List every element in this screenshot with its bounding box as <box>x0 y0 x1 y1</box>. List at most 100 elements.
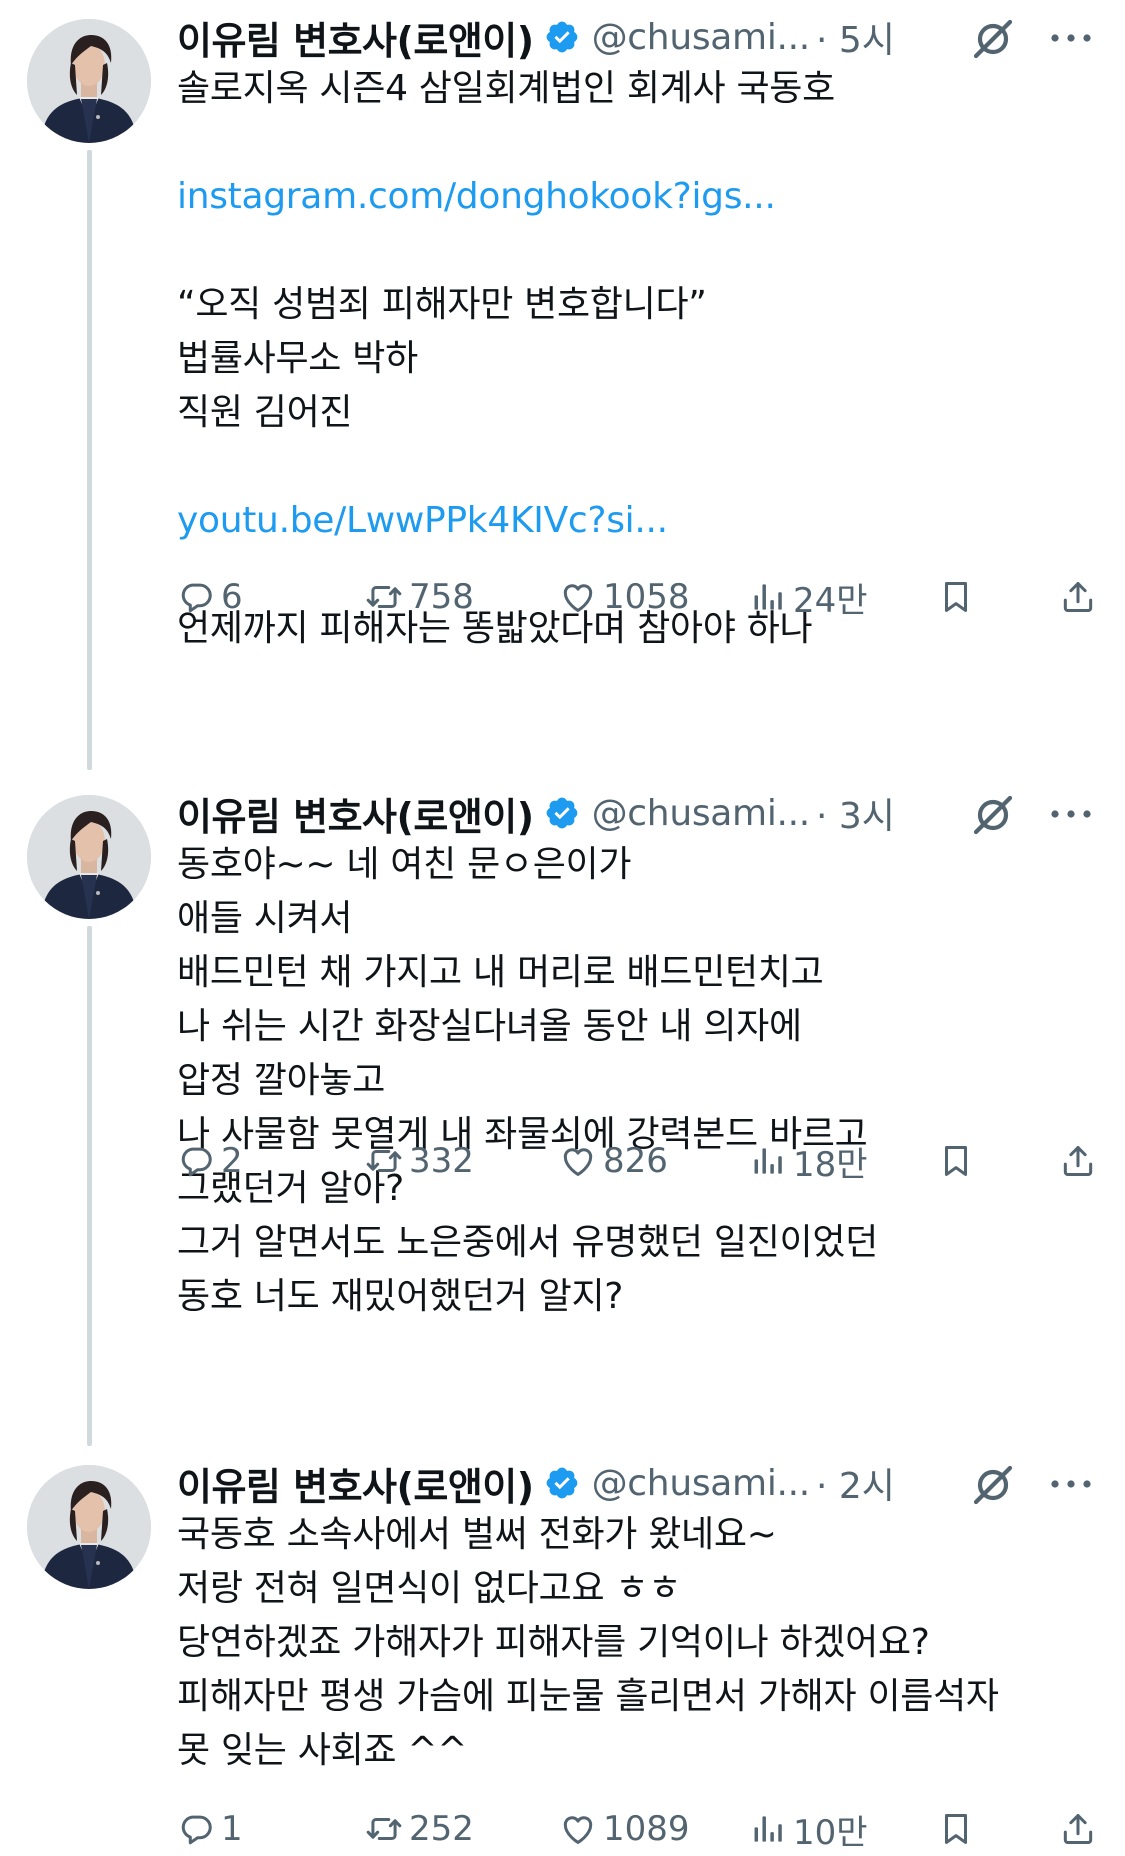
tweet-header: 이유림 변호사(로앤이) @chusami... · 2시 <box>177 1457 895 1509</box>
likes-count: 826 <box>603 1141 668 1181</box>
author-handle[interactable]: @chusami... <box>592 793 811 834</box>
bookmark-icon <box>937 1142 981 1180</box>
tweet-text-line: 저랑 전혀 일면식이 없다고요 ㅎㅎ <box>177 1568 682 1609</box>
tweet-text-line: 당연하겠죠 가해자가 피해자를 기억이나 하겠어요? <box>177 1622 930 1663</box>
views-chart-icon <box>749 1810 793 1848</box>
tweet-timestamp[interactable]: · 5시 <box>816 11 895 63</box>
heart-icon <box>559 1142 603 1180</box>
replies-count: 1 <box>221 1809 243 1849</box>
tweet-text: 솔로지옥 시즌4 삼일회계법인 회계사 국동호 instagram.com/don… <box>177 62 1105 656</box>
tweet-text-line: 법률사무소 박하 <box>177 338 418 379</box>
views-chart-icon <box>749 1142 793 1180</box>
retweet-button[interactable]: 758 <box>365 572 474 622</box>
bookmark-icon <box>937 578 981 616</box>
tweet[interactable]: 이유림 변호사(로앤이) @chusami... · 2시 국동호 소속사에서 … <box>0 1446 1125 1856</box>
tweet-link[interactable]: instagram.com/donghokook?igs... <box>177 170 1105 224</box>
tweet-link[interactable]: youtu.be/LwwPPk4KIVc?si... <box>177 494 1105 548</box>
author-name[interactable]: 이유림 변호사(로앤이) <box>177 1456 534 1511</box>
tweet-text-line: 압정 깔아놓고 <box>177 1060 386 1101</box>
author-name[interactable]: 이유림 변호사(로앤이) <box>177 786 534 841</box>
tweet-text-line: 피해자만 평생 가슴에 피눈물 흘리면서 가해자 이름석자 <box>177 1676 999 1717</box>
tweet-text-line: 못 잊는 사회죠 ^^ <box>177 1730 468 1771</box>
verified-badge-icon[interactable] <box>544 795 580 831</box>
views-button[interactable]: 24만 <box>749 572 868 622</box>
share-icon <box>1059 1142 1103 1180</box>
tweet-text-line: “오직 성범죄 피해자만 변호합니다” <box>177 284 707 325</box>
tweet-text-line: 그거 알면서도 노은중에서 유명했던 일진이었던 <box>177 1222 878 1263</box>
retweets-count: 332 <box>409 1141 474 1181</box>
more-options-icon[interactable] <box>1048 30 1094 46</box>
author-handle[interactable]: @chusami... <box>592 1463 811 1504</box>
avatar[interactable] <box>27 1465 151 1589</box>
replies-count: 2 <box>221 1141 243 1181</box>
avatar[interactable] <box>27 19 151 143</box>
grok-icon[interactable] <box>968 790 1018 840</box>
thread-connector-line <box>87 926 92 1446</box>
retweet-button[interactable]: 252 <box>365 1804 474 1854</box>
reply-icon <box>177 1810 221 1848</box>
reply-button[interactable]: 1 <box>177 1804 243 1854</box>
tweet[interactable]: 이유림 변호사(로앤이) @chusami... · 3시 동호야~~ 네 여친… <box>0 776 1125 1446</box>
views-count: 24만 <box>793 580 868 621</box>
share-button[interactable] <box>1059 572 1103 622</box>
more-options-icon[interactable] <box>1048 806 1094 822</box>
verified-badge-icon[interactable] <box>544 19 580 55</box>
heart-icon <box>559 578 603 616</box>
bookmark-button[interactable] <box>937 1136 981 1186</box>
more-options-icon[interactable] <box>1048 1476 1094 1492</box>
heart-icon <box>559 1810 603 1848</box>
retweet-icon <box>365 578 409 616</box>
share-icon <box>1059 578 1103 616</box>
reply-icon <box>177 1142 221 1180</box>
tweet[interactable]: 이유림 변호사(로앤이) @chusami... · 5시 솔로지옥 시즌4 삼… <box>0 0 1125 770</box>
tweet-actions: 2 332 826 18만 <box>177 1136 1102 1186</box>
views-count: 10만 <box>793 1812 868 1853</box>
like-button[interactable]: 1089 <box>559 1804 690 1854</box>
retweets-count: 758 <box>409 577 474 617</box>
grok-icon[interactable] <box>968 1460 1018 1510</box>
tweet-timestamp[interactable]: · 2시 <box>816 1457 895 1509</box>
tweet-text-line: 직원 김어진 <box>177 392 353 433</box>
like-button[interactable]: 826 <box>559 1136 668 1186</box>
retweet-icon <box>365 1142 409 1180</box>
author-name[interactable]: 이유림 변호사(로앤이) <box>177 10 534 65</box>
views-count: 18만 <box>793 1144 868 1185</box>
reply-button[interactable]: 2 <box>177 1136 243 1186</box>
replies-count: 6 <box>221 577 243 617</box>
bookmark-button[interactable] <box>937 572 981 622</box>
thread-connector-line <box>87 150 92 770</box>
tweet-text-line: 동호야~~ 네 여친 문ㅇ은이가 <box>177 844 632 885</box>
tweet-actions: 1 252 1089 10만 <box>177 1804 1102 1854</box>
likes-count: 1058 <box>603 577 690 617</box>
views-button[interactable]: 10만 <box>749 1804 868 1854</box>
bookmark-button[interactable] <box>937 1804 981 1854</box>
tweet-header: 이유림 변호사(로앤이) @chusami... · 3시 <box>177 787 895 839</box>
retweet-icon <box>365 1810 409 1848</box>
tweet-text-line: 애들 시켜서 <box>177 898 353 939</box>
views-chart-icon <box>749 578 793 616</box>
bookmark-icon <box>937 1810 981 1848</box>
retweet-button[interactable]: 332 <box>365 1136 474 1186</box>
like-button[interactable]: 1058 <box>559 572 690 622</box>
tweet-actions: 6 758 1058 24만 <box>177 572 1102 622</box>
tweet-text-line: 솔로지옥 시즌4 삼일회계법인 회계사 국동호 <box>177 68 835 109</box>
reply-icon <box>177 578 221 616</box>
reply-button[interactable]: 6 <box>177 572 243 622</box>
share-icon <box>1059 1810 1103 1848</box>
share-button[interactable] <box>1059 1136 1103 1186</box>
tweet-text-line: 배드민턴 채 가지고 내 머리로 배드민턴치고 <box>177 952 824 993</box>
avatar[interactable] <box>27 795 151 919</box>
likes-count: 1089 <box>603 1809 690 1849</box>
tweet-text-line: 나 쉬는 시간 화장실다녀올 동안 내 의자에 <box>177 1006 802 1047</box>
views-button[interactable]: 18만 <box>749 1136 868 1186</box>
tweet-text-line: 동호 너도 재밌어했던거 알지? <box>177 1276 624 1317</box>
author-handle[interactable]: @chusami... <box>592 17 811 58</box>
tweet-timestamp[interactable]: · 3시 <box>816 787 895 839</box>
grok-icon[interactable] <box>968 14 1018 64</box>
share-button[interactable] <box>1059 1804 1103 1854</box>
verified-badge-icon[interactable] <box>544 1465 580 1501</box>
tweet-text-line: 국동호 소속사에서 벌써 전화가 왔네요~ <box>177 1514 777 1555</box>
